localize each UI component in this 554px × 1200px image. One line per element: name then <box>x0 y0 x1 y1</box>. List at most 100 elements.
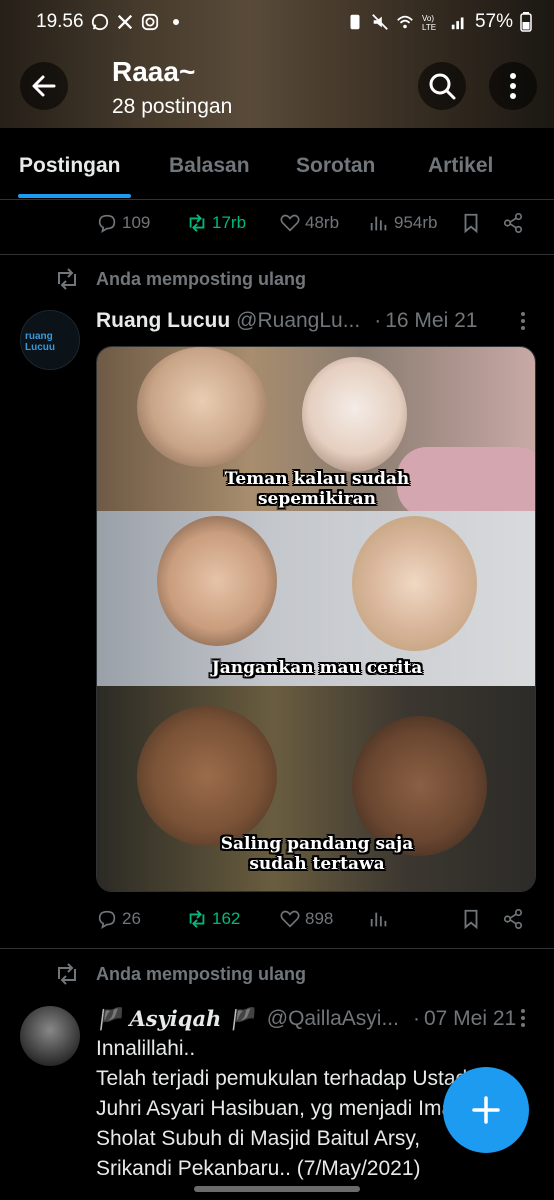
meme-caption: Saling pandang saja <box>220 834 414 854</box>
compose-button[interactable] <box>443 1067 529 1153</box>
separator-dot: · <box>412 1007 420 1030</box>
post-more-icon[interactable] <box>520 1008 526 1028</box>
instagram-icon <box>141 13 158 31</box>
repost-button[interactable]: 162 <box>186 908 240 930</box>
post-date[interactable]: 16 Mei 21 <box>385 309 477 333</box>
status-time: 19.56 <box>36 11 84 32</box>
battery-icon <box>520 12 532 32</box>
bookmark-button[interactable] <box>460 908 482 930</box>
repost-count: 162 <box>212 909 241 928</box>
avatar[interactable]: ruang Lucuu <box>20 310 80 370</box>
author-name[interactable]: Ruang Lucuu <box>96 309 230 333</box>
search-icon <box>429 73 456 100</box>
wifi-icon <box>397 15 413 29</box>
svg-text:Vo): Vo) <box>422 14 434 23</box>
tab-artikel[interactable]: Artikel <box>428 154 493 178</box>
views-icon <box>370 216 387 231</box>
like-button[interactable]: 898 <box>279 908 333 930</box>
meme-panel-3: Saling pandang saja sudah tertawa <box>97 686 535 891</box>
repost-icon <box>189 910 205 928</box>
mute-icon <box>372 14 388 30</box>
signal-icon <box>451 17 464 30</box>
repost-icon <box>58 268 76 290</box>
post-more-icon[interactable] <box>520 311 526 331</box>
post-text-line: Innalillahi.. <box>96 1037 196 1060</box>
avatar[interactable] <box>20 1006 80 1066</box>
battery-saver-icon <box>350 14 360 30</box>
bookmark-icon <box>464 909 478 930</box>
post-image[interactable]: Teman kalau sudah sepemikiran Jangankan … <box>96 346 536 892</box>
bookmark-button[interactable] <box>460 212 482 234</box>
volte-icon: Vo)LTE <box>422 14 436 31</box>
repost-label: Anda memposting ulang <box>96 268 307 289</box>
tab-postingan[interactable]: Postingan <box>19 154 121 178</box>
svg-text:LTE: LTE <box>422 23 436 31</box>
profile-name: Raaa~ <box>112 56 196 87</box>
repost-icon <box>58 963 76 985</box>
views-button[interactable] <box>368 908 394 930</box>
repost-button[interactable]: 17rb <box>186 212 246 234</box>
plus-icon <box>472 1096 500 1124</box>
reply-count: 26 <box>122 909 141 928</box>
arrow-left-icon <box>32 75 56 97</box>
post-author-row: Ruang Lucuu @RuangLu... · 16 Mei 21 <box>96 309 536 333</box>
post-actions: 109 17rb 48rb 954rb <box>96 212 536 242</box>
post-divider <box>0 948 554 949</box>
meme-caption: Teman kalau sudah <box>224 469 410 489</box>
active-tab-indicator <box>18 194 131 198</box>
back-button[interactable] <box>20 62 68 110</box>
meme-caption: Jangankan mau cerita <box>211 658 423 678</box>
reply-icon <box>98 910 116 929</box>
heart-icon <box>280 214 300 232</box>
more-vertical-icon <box>510 73 516 99</box>
avatar-text: Lucuu <box>25 342 55 353</box>
author-name[interactable]: 🏴 Asyiqah 🏴 <box>96 1006 255 1032</box>
views-button[interactable]: 954rb <box>368 212 437 234</box>
meme-caption: sepemikiran <box>257 489 377 509</box>
meme-panel-1: Teman kalau sudah sepemikiran <box>97 347 535 511</box>
share-icon <box>503 909 523 929</box>
share-button[interactable] <box>502 908 524 930</box>
like-button[interactable]: 48rb <box>279 212 339 234</box>
author-handle[interactable]: @QaillaAsyi... <box>267 1007 399 1031</box>
view-count: 954rb <box>394 213 438 232</box>
share-icon <box>503 213 523 233</box>
views-icon <box>370 912 387 927</box>
bookmark-icon <box>464 213 478 234</box>
x-icon <box>117 14 132 30</box>
post-text-line: Srikandi Pekanbaru.. (7/May/2021) <box>96 1157 421 1180</box>
tab-balasan[interactable]: Balasan <box>169 154 250 178</box>
separator-dot: · <box>374 309 382 332</box>
repost-icon <box>189 214 205 232</box>
repost-label: Anda memposting ulang <box>96 963 307 984</box>
more-options-button[interactable] <box>489 62 537 110</box>
reply-button[interactable]: 109 <box>96 212 150 234</box>
post-date[interactable]: 07 Mei 21 <box>424 1007 516 1031</box>
like-count: 48rb <box>305 213 340 232</box>
profile-tabs: Postingan Balasan Sorotan Artikel <box>0 128 554 200</box>
heart-icon <box>280 910 300 928</box>
reply-icon <box>98 214 116 233</box>
reply-button[interactable]: 26 <box>96 908 141 930</box>
post-divider <box>0 254 554 255</box>
post-count: 28 postingan <box>112 95 233 118</box>
like-count: 898 <box>305 909 334 928</box>
repost-count: 17rb <box>212 213 247 232</box>
avatar-text: ruang <box>25 331 53 342</box>
whatsapp-icon <box>91 13 108 31</box>
meme-caption: sudah tertawa <box>249 854 385 874</box>
share-button[interactable] <box>502 212 524 234</box>
notification-dot-icon <box>172 19 179 25</box>
post-author-row: 🏴 Asyiqah 🏴 @QaillaAsyi... · 07 Mei 21 <box>96 1006 536 1032</box>
repost-indicator: Anda memposting ulang <box>54 268 306 290</box>
meme-panel-2: Jangankan mau cerita <box>97 511 535 686</box>
battery-percent: 57% <box>474 11 513 32</box>
search-button[interactable] <box>418 62 466 110</box>
author-handle[interactable]: @RuangLu... <box>236 309 360 333</box>
repost-indicator: Anda memposting ulang <box>54 963 306 985</box>
post-actions: 26 162 898 <box>96 908 536 938</box>
home-indicator[interactable] <box>194 1186 360 1192</box>
status-bar: 19.56 Vo) LTE 57% <box>0 0 554 44</box>
tab-sorotan[interactable]: Sorotan <box>296 154 375 178</box>
reply-count: 109 <box>122 213 151 232</box>
